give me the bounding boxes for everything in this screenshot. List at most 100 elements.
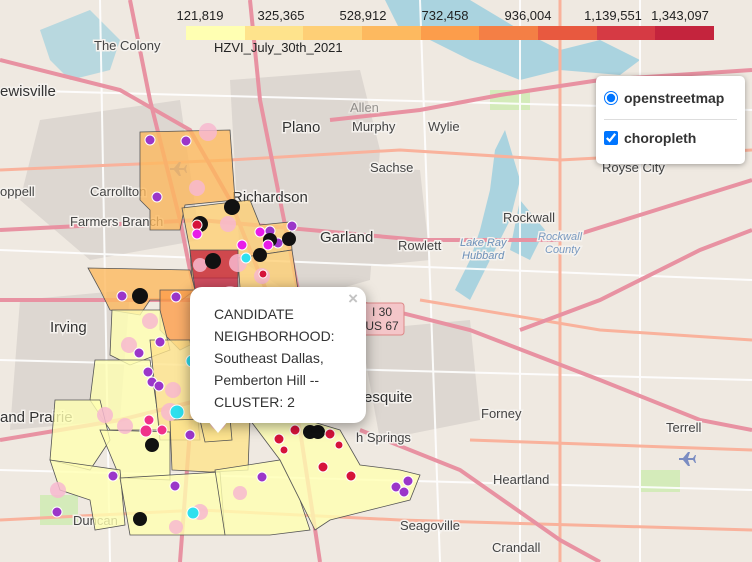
pink-marker[interactable] bbox=[233, 486, 247, 500]
magenta-marker[interactable] bbox=[191, 228, 203, 240]
purple-marker[interactable] bbox=[184, 429, 196, 441]
label-hubbard: Hubbard bbox=[462, 250, 505, 262]
legend-color-swatch bbox=[362, 26, 421, 40]
popup-content: CANDIDATE NEIGHBORHOOD: Southeast Dallas… bbox=[214, 306, 335, 410]
black-marker[interactable] bbox=[311, 425, 325, 439]
purple-marker[interactable] bbox=[398, 486, 410, 498]
pink-marker[interactable] bbox=[117, 418, 133, 434]
label-forney: Forney bbox=[481, 406, 522, 421]
layer-openstreetmap[interactable]: openstreetmap bbox=[604, 90, 724, 106]
pink-marker[interactable] bbox=[97, 407, 113, 423]
label-murphy: Murphy bbox=[352, 119, 396, 134]
magenta-marker[interactable] bbox=[254, 226, 266, 238]
openstreetmap-radio[interactable] bbox=[604, 91, 618, 105]
choropleth-legend: 121,819 325,365 528,912 732,458 936,004 … bbox=[177, 2, 716, 60]
red-marker[interactable] bbox=[334, 440, 344, 450]
label-lake-ray: Lake Ray bbox=[460, 237, 508, 249]
pink-marker[interactable] bbox=[193, 258, 207, 272]
red-marker[interactable] bbox=[279, 445, 289, 455]
hotpink-marker[interactable] bbox=[139, 424, 153, 438]
legend-caption: HZVI_July_30th_2021 bbox=[214, 40, 343, 55]
label-farmers-branch: Farmers Branch bbox=[70, 214, 163, 229]
purple-marker[interactable] bbox=[170, 291, 182, 303]
purple-marker[interactable] bbox=[151, 191, 163, 203]
pink-marker[interactable] bbox=[165, 382, 181, 398]
legend-tick: 1,343,097 bbox=[651, 8, 709, 23]
label-terrell: Terrell bbox=[666, 420, 702, 435]
black-marker[interactable] bbox=[205, 253, 221, 269]
layer-choropleth[interactable]: choropleth bbox=[604, 130, 696, 146]
purple-marker[interactable] bbox=[144, 134, 156, 146]
purple-marker[interactable] bbox=[153, 380, 165, 392]
purple-marker[interactable] bbox=[402, 475, 414, 487]
label-plano: Plano bbox=[282, 119, 320, 136]
label-sachse: Sachse bbox=[370, 160, 413, 175]
label-garland: Garland bbox=[320, 229, 373, 246]
purple-marker[interactable] bbox=[51, 506, 63, 518]
legend-color-swatch bbox=[655, 26, 715, 40]
legend-color-bar bbox=[186, 26, 715, 40]
red-marker[interactable] bbox=[258, 269, 268, 279]
black-marker[interactable] bbox=[145, 438, 159, 452]
cyan-marker[interactable] bbox=[240, 252, 252, 264]
purple-marker[interactable] bbox=[116, 290, 128, 302]
black-marker[interactable] bbox=[132, 288, 148, 304]
purple-marker[interactable] bbox=[133, 347, 145, 359]
label-allen: Allen bbox=[350, 100, 379, 115]
label-the-colony: The Colony bbox=[94, 38, 161, 53]
pink-marker[interactable] bbox=[220, 216, 236, 232]
choropleth-label: choropleth bbox=[624, 130, 697, 146]
red-marker[interactable] bbox=[273, 433, 285, 445]
label-rowlett: Rowlett bbox=[398, 238, 442, 253]
label-lewisville: ewisville bbox=[0, 83, 56, 100]
label-seagoville: Seagoville bbox=[400, 518, 460, 533]
popup-tip bbox=[208, 421, 228, 433]
red-marker[interactable] bbox=[289, 424, 301, 436]
purple-marker[interactable] bbox=[169, 480, 181, 492]
red-marker[interactable] bbox=[317, 461, 329, 473]
red-marker[interactable] bbox=[345, 470, 357, 482]
purple-marker[interactable] bbox=[286, 220, 298, 232]
layer-separator bbox=[604, 119, 737, 120]
label-rockwall-county-2: County bbox=[545, 244, 581, 256]
legend-color-swatch bbox=[186, 26, 245, 40]
neighborhood-popup: × CANDIDATE NEIGHBORHOOD: Southeast Dall… bbox=[190, 287, 366, 433]
hotpink-marker[interactable] bbox=[143, 414, 155, 426]
label-heartland: Heartland bbox=[493, 472, 549, 487]
purple-marker[interactable] bbox=[107, 470, 119, 482]
label-crandall: Crandall bbox=[492, 540, 541, 555]
legend-color-swatch bbox=[244, 26, 304, 40]
legend-ticks: 121,819 325,365 528,912 732,458 936,004 … bbox=[177, 8, 716, 23]
legend-tick: 1,139,551 bbox=[584, 8, 642, 23]
label-rockwall-county: Rockwall bbox=[538, 231, 583, 243]
legend-tick: 936,004 bbox=[504, 8, 552, 23]
label-wylie: Wylie bbox=[428, 119, 460, 134]
black-marker[interactable] bbox=[224, 199, 240, 215]
pink-marker[interactable] bbox=[142, 313, 158, 329]
legend-color-swatch bbox=[479, 26, 539, 40]
black-marker[interactable] bbox=[133, 512, 147, 526]
legend-tick: 732,458 bbox=[421, 8, 469, 23]
layer-control[interactable]: openstreetmap choropleth bbox=[596, 76, 745, 164]
black-marker[interactable] bbox=[253, 248, 267, 262]
magenta-marker[interactable] bbox=[236, 239, 248, 251]
label-mesquite: esquite bbox=[364, 389, 412, 406]
choropleth-checkbox[interactable] bbox=[604, 131, 618, 145]
purple-marker[interactable] bbox=[180, 135, 192, 147]
label-carrollton: Carrollton bbox=[90, 184, 146, 199]
red-marker[interactable] bbox=[324, 428, 336, 440]
pink-marker[interactable] bbox=[199, 123, 217, 141]
black-marker[interactable] bbox=[282, 232, 296, 246]
label-irving: Irving bbox=[50, 319, 87, 336]
pink-marker[interactable] bbox=[50, 482, 66, 498]
purple-marker[interactable] bbox=[154, 336, 166, 348]
hotpink-marker[interactable] bbox=[156, 424, 168, 436]
legend-tick: 325,365 bbox=[257, 8, 305, 23]
purple-marker[interactable] bbox=[142, 366, 154, 378]
magenta-marker[interactable] bbox=[262, 239, 274, 251]
purple-marker[interactable] bbox=[256, 471, 268, 483]
cyan-marker[interactable] bbox=[186, 506, 200, 520]
pink-marker[interactable] bbox=[169, 520, 183, 534]
pink-marker[interactable] bbox=[189, 180, 205, 196]
cyan-marker[interactable] bbox=[169, 404, 185, 420]
